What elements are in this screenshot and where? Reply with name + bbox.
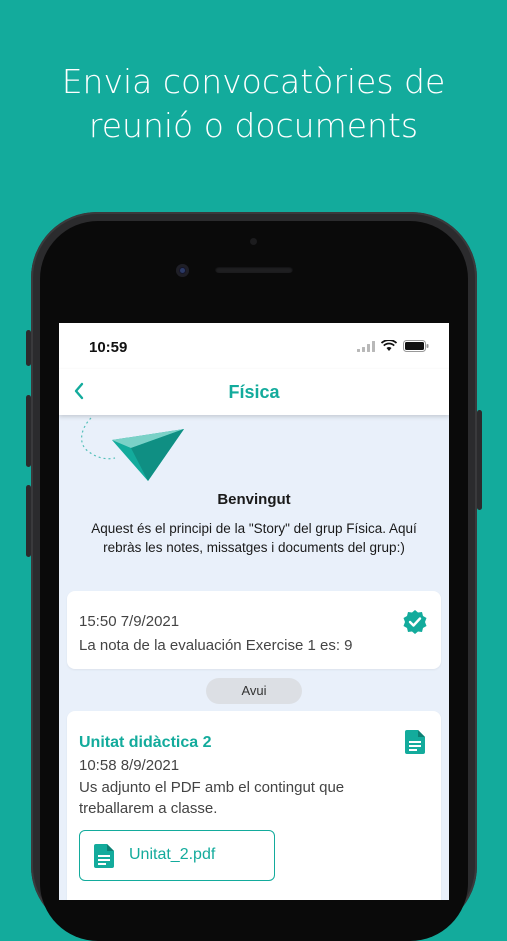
message-datetime: 15:50 7/9/2021 (79, 613, 180, 630)
welcome-text: Aquest és el principi de la "Story" del … (91, 521, 417, 555)
status-time: 10:59 (89, 339, 128, 356)
message-datetime: 10:58 8/9/2021 (79, 757, 180, 774)
file-icon (94, 844, 114, 868)
earpiece-speaker (215, 266, 293, 273)
status-icons (357, 340, 429, 352)
front-sensor (250, 238, 257, 245)
paper-plane-icon (81, 417, 184, 481)
attachment-button[interactable]: Unitat_2.pdf (79, 830, 275, 881)
document-icon (405, 730, 425, 754)
wifi-icon (381, 340, 397, 351)
phone-power-button (477, 410, 482, 510)
message-text-line-2: treballarem a classe. (79, 800, 218, 817)
battery-icon (403, 340, 429, 352)
promo-headline: Envia convocatòries de reunió o document… (0, 60, 507, 148)
welcome-title: Benvingut (217, 491, 291, 508)
promo-headline-line-2: reunió o documents (88, 106, 419, 145)
attachment-name: Unitat_2.pdf (129, 846, 216, 863)
message-card[interactable]: 15:50 7/9/2021 La nota de la evaluación … (67, 591, 441, 669)
signal-icon (357, 340, 375, 352)
verified-check-icon (403, 610, 427, 634)
message-text-line-1: Us adjunto el PDF amb el contingut que (79, 779, 345, 796)
message-card[interactable]: Unitat didàctica 2 10:58 8/9/2021 Us adj… (67, 711, 441, 900)
status-bar: 10:59 (59, 323, 449, 369)
front-camera (176, 264, 189, 277)
message-text: La nota de la evaluación Exercise 1 es: … (79, 637, 353, 654)
promo-headline-line-1: Envia convocatòries de (61, 62, 446, 101)
group-title: Física (228, 382, 280, 402)
day-separator: Avui (206, 678, 302, 704)
nav-bar: Física (59, 369, 449, 415)
app-screen: 10:59 Física Benvingut Aquest és el prin… (59, 323, 449, 900)
message-title: Unitat didàctica 2 (79, 734, 212, 751)
